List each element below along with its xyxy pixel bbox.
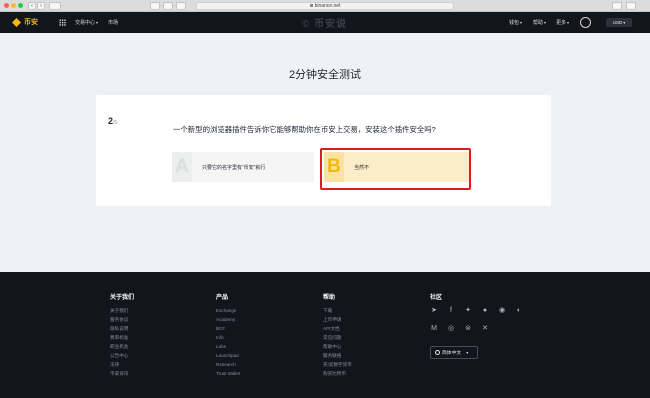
footer-link[interactable]: 买/卖数字货币: [323, 360, 352, 369]
nav-more[interactable]: 更多▾: [556, 19, 569, 26]
footer-link[interactable]: 下载: [323, 306, 352, 315]
footer-link[interactable]: 上币申请: [323, 315, 352, 324]
page-title: 2分钟安全测试: [288, 69, 362, 81]
footer-column-help: 帮助 下载 上币申请 API文档 常见问题 帮助中心 服务联络 买/卖数字货币 …: [323, 292, 352, 378]
medium-icon[interactable]: M: [430, 325, 438, 333]
user-avatar-icon[interactable]: [580, 17, 591, 28]
back-button[interactable]: ‹: [28, 2, 36, 10]
language-label: 简体中文: [442, 351, 462, 356]
footer-column-title: 帮助: [323, 295, 336, 301]
currency-selector[interactable]: USD▾: [606, 18, 632, 27]
extension-icon[interactable]: [150, 2, 160, 10]
chevron-down-icon: ▾: [623, 20, 626, 25]
watermark: © 币安说: [302, 19, 348, 30]
footer-link[interactable]: Trust Wallet: [216, 369, 240, 378]
browser-toolbar: ‹ › binance.net: [0, 0, 650, 12]
question-counter: 2/5: [108, 111, 117, 129]
footer-link[interactable]: Info: [216, 333, 240, 342]
nav-market[interactable]: 市场: [108, 19, 118, 26]
footer-link[interactable]: BCF: [216, 324, 240, 333]
question-text: 一个新型的浏览器插件告诉你它能够帮助你在币安上交易，安装这个插件安全吗?: [173, 125, 436, 134]
option-letter: A: [172, 152, 192, 182]
minimize-window-button[interactable]: [11, 3, 16, 8]
instagram-icon[interactable]: ◎: [447, 325, 455, 333]
footer-link[interactable]: 服务联络: [323, 351, 352, 360]
close-window-button[interactable]: [4, 3, 9, 8]
chevron-down-icon: ▾: [520, 20, 523, 25]
nav-help[interactable]: 帮助▾: [533, 19, 546, 26]
nav-help-label: 帮助: [533, 20, 544, 26]
binance-logo-icon: [12, 17, 21, 27]
lock-icon: [309, 4, 313, 8]
language-selector[interactable]: 简体中文 ▾: [430, 346, 478, 359]
tabs-icon[interactable]: [626, 2, 636, 10]
footer-link[interactable]: 费率标准: [110, 333, 134, 342]
footer-link[interactable]: Research: [216, 360, 240, 369]
weibo-icon[interactable]: ◉: [498, 307, 506, 315]
currency-label: USD: [612, 20, 623, 25]
nav-wallet[interactable]: 钱包▾: [509, 19, 522, 26]
site-header: 币安 交易中心▾ 市场 © 币安说 钱包▾ 帮助▾ 更多▾ USD▾: [0, 12, 650, 33]
chevron-down-icon: ▾: [96, 20, 99, 25]
footer-column-products: 产品 Exchange Academy BCF Info Labs Launch…: [216, 292, 240, 378]
footer-column-about: 关于我们 关于我们 服务协议 隐私说明 费率标准 职业机会 公告中心 法律 币安…: [110, 292, 134, 378]
footer-link[interactable]: API文档: [323, 324, 352, 333]
footer-link[interactable]: 职业机会: [110, 342, 134, 351]
nav-trade-center[interactable]: 交易中心▾: [75, 19, 98, 26]
sidebar-toggle-icon[interactable]: [49, 2, 61, 10]
nav-wallet-label: 钱包: [509, 20, 520, 26]
url-text: binance.net: [314, 3, 341, 9]
steemit-icon[interactable]: ⊜: [464, 325, 472, 333]
footer-link[interactable]: Launchpad: [216, 351, 240, 360]
chevron-down-icon: ▾: [466, 350, 469, 355]
nav-trade-center-label: 交易中心: [75, 20, 96, 26]
footer-link[interactable]: Academy: [216, 315, 240, 324]
address-bar[interactable]: binance.net: [196, 2, 454, 10]
footer-column-title: 关于我们: [110, 295, 135, 301]
footer-column-title: 社区: [430, 295, 443, 301]
footer-link[interactable]: 关于我们: [110, 306, 134, 315]
zoom-window-button[interactable]: [18, 3, 23, 8]
apps-grid-icon[interactable]: [59, 19, 66, 26]
telegram-icon[interactable]: ➤: [430, 307, 438, 315]
footer-column-title: 产品: [216, 295, 229, 301]
answer-option-a[interactable]: A 只要它的名字里有“币安”就行: [172, 152, 314, 182]
footer-link[interactable]: Labs: [216, 342, 240, 351]
chevron-down-icon: ▾: [567, 20, 570, 25]
footer-link[interactable]: 帮助中心: [323, 342, 352, 351]
extension-icon[interactable]: [176, 2, 186, 10]
twitter-icon[interactable]: ✦: [464, 307, 472, 315]
footer-link[interactable]: 隐私说明: [110, 324, 134, 333]
footer-link[interactable]: 服务协议: [110, 315, 134, 324]
footer-link[interactable]: 常见问题: [323, 333, 352, 342]
selected-answer-highlight: [320, 148, 471, 190]
site-footer: 关于我们 关于我们 服务协议 隐私说明 费率标准 职业机会 公告中心 法律 币安…: [0, 272, 650, 398]
social-icons-row: ➤ f ✦ ● ◉ ◐: [430, 307, 523, 315]
option-label: 只要它的名字里有“币安”就行: [202, 164, 266, 171]
binance-logo[interactable]: 币安: [12, 17, 38, 27]
footer-link[interactable]: 购买比特币: [323, 369, 352, 378]
footer-link[interactable]: 币安资讯: [110, 369, 134, 378]
chevron-down-icon: ▾: [544, 20, 547, 25]
footer-column-community: 社区: [430, 292, 442, 306]
footer-link[interactable]: 法律: [110, 360, 134, 369]
vk-icon[interactable]: ✕: [481, 325, 489, 333]
reddit-icon[interactable]: ●: [481, 307, 489, 315]
facebook-icon[interactable]: f: [447, 307, 455, 315]
logo-text: 币安: [24, 19, 38, 26]
footer-link[interactable]: Exchange: [216, 306, 240, 315]
total-questions: /5: [113, 120, 118, 126]
globe-icon: [435, 350, 440, 356]
extension-icon[interactable]: [163, 2, 173, 10]
coinmarketcap-icon[interactable]: ◐: [515, 307, 523, 315]
share-icon[interactable]: [612, 2, 622, 10]
forward-button[interactable]: ›: [37, 2, 45, 10]
footer-link[interactable]: 公告中心: [110, 351, 134, 360]
nav-more-label: 更多: [556, 20, 567, 26]
social-icons-row: M ◎ ⊜ ✕: [430, 325, 489, 333]
